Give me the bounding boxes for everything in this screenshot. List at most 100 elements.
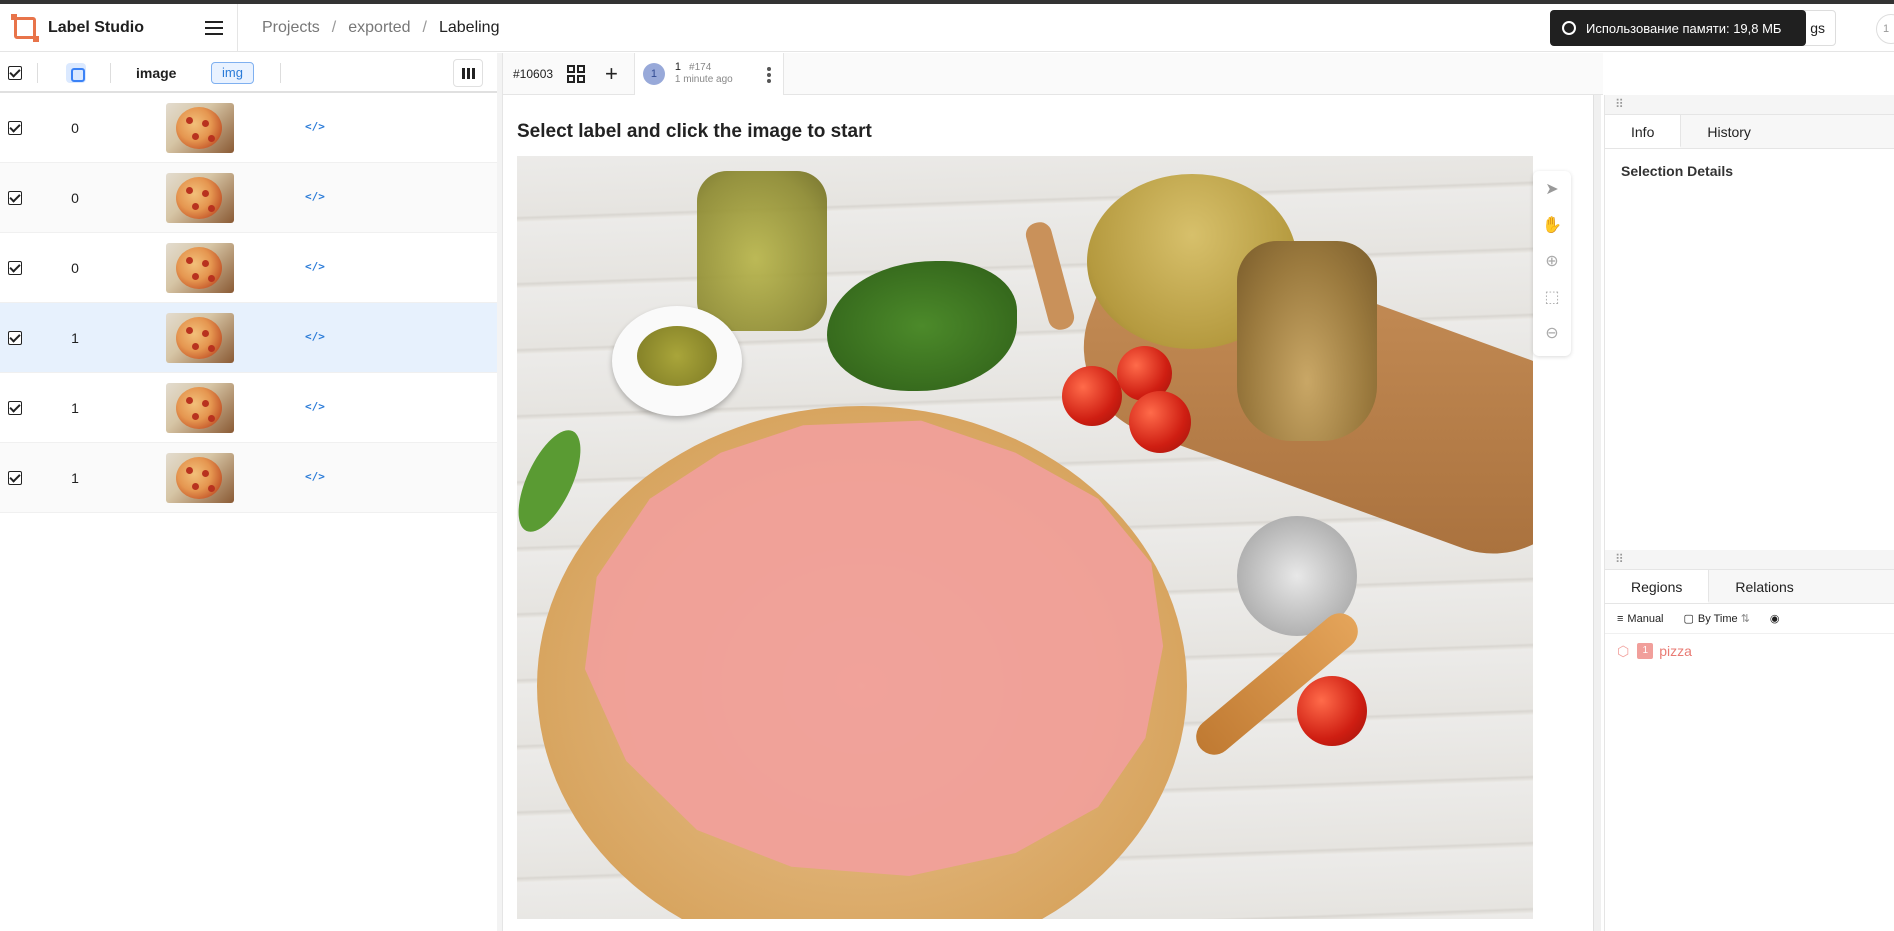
- code-icon[interactable]: </>: [305, 400, 325, 413]
- select-all-checkbox[interactable]: [8, 66, 22, 80]
- divider: [280, 63, 281, 83]
- regions-panel: Regions Relations ≡Manual ▢By Time ⇅ ◉ ⬡…: [1605, 550, 1894, 668]
- grid-icon[interactable]: [567, 64, 586, 83]
- zoom-out-icon[interactable]: ⊖: [1533, 315, 1571, 351]
- code-icon[interactable]: </>: [305, 260, 325, 273]
- table-row[interactable]: 0 </>: [0, 233, 501, 303]
- table-row[interactable]: 1 </>: [0, 373, 501, 443]
- grid-view-icon[interactable]: [66, 63, 86, 83]
- panel-drag-handle[interactable]: [1605, 95, 1894, 115]
- pan-hand-icon[interactable]: ✋: [1533, 207, 1571, 243]
- region-index: 1: [1637, 643, 1654, 659]
- sort-order-icon: ⇅: [1740, 613, 1750, 625]
- divider: [37, 63, 38, 83]
- divider: [110, 63, 111, 83]
- row-thumbnail: [166, 383, 234, 433]
- row-value: 1: [71, 400, 79, 416]
- image-content: [1237, 241, 1377, 441]
- task-table: image img 0 </> 0 </> 0 </> 1 </> 1 </> …: [0, 53, 502, 931]
- labeling-editor: #10603 + 1 1 #174 1 minute ago Select lab…: [503, 52, 1603, 931]
- row-thumbnail: [166, 103, 234, 153]
- image-content: [1023, 219, 1077, 333]
- columns-toggle-icon[interactable]: [453, 59, 483, 87]
- settings-label: gs: [1810, 20, 1825, 36]
- table-row[interactable]: 1 </>: [0, 303, 501, 373]
- breadcrumb-exported[interactable]: exported: [348, 19, 410, 37]
- fit-to-screen-icon[interactable]: ⬚: [1533, 279, 1571, 315]
- row-thumbnail: [166, 313, 234, 363]
- breadcrumb-separator: /: [422, 18, 427, 36]
- table-row[interactable]: 1 </>: [0, 443, 501, 513]
- app-name: Label Studio: [48, 18, 144, 36]
- image-toolbar: ➤ ✋ ⊕ ⬚ ⊖: [1533, 171, 1571, 356]
- logo-icon: [11, 13, 39, 42]
- row-checkbox[interactable]: [8, 121, 22, 135]
- image-content: [612, 306, 742, 416]
- gauge-icon: [1562, 21, 1576, 35]
- row-value: 1: [71, 470, 79, 486]
- zoom-in-icon[interactable]: ⊕: [1533, 243, 1571, 279]
- code-icon[interactable]: </>: [305, 330, 325, 343]
- table-row[interactable]: 0 </>: [0, 93, 501, 163]
- column-image[interactable]: image: [136, 65, 176, 81]
- labeling-hint: Select label and click the image to star…: [517, 121, 872, 142]
- image-content: [517, 421, 594, 541]
- cursor-icon[interactable]: ➤: [1533, 171, 1571, 207]
- annotation-meta: 1 #174 1 minute ago: [675, 61, 733, 86]
- image-content: [1297, 676, 1367, 746]
- region-item[interactable]: ⬡ 1 pizza: [1605, 634, 1894, 668]
- panel-drag-handle[interactable]: [1605, 550, 1894, 570]
- row-value: 0: [71, 260, 79, 276]
- row-checkbox[interactable]: [8, 331, 22, 345]
- tab-history[interactable]: History: [1681, 115, 1777, 148]
- annotation-tab[interactable]: 1 1 #174 1 minute ago: [633, 52, 784, 95]
- logo[interactable]: Label Studio: [0, 13, 190, 42]
- row-checkbox[interactable]: [8, 191, 22, 205]
- more-options-icon[interactable]: [766, 66, 771, 71]
- table-row[interactable]: 0 </>: [0, 163, 501, 233]
- manual-sort-button[interactable]: ≡ Manual: [1617, 613, 1664, 625]
- side-panel: Info History Selection Details Regions R…: [1604, 95, 1894, 931]
- column-img-tag[interactable]: img: [211, 62, 254, 84]
- image-content: [697, 171, 827, 331]
- code-icon[interactable]: </>: [305, 120, 325, 133]
- row-value: 0: [71, 120, 79, 136]
- eye-icon[interactable]: ◉: [1770, 612, 1780, 625]
- code-icon[interactable]: </>: [305, 190, 325, 203]
- image-canvas[interactable]: [517, 156, 1533, 919]
- row-thumbnail: [166, 243, 234, 293]
- annotation-id: 1: [674, 61, 682, 73]
- tab-relations[interactable]: Relations: [1709, 570, 1819, 603]
- tab-regions[interactable]: Regions: [1605, 570, 1710, 603]
- info-tabs: Info History: [1605, 115, 1894, 149]
- memory-toast-text: Использование памяти: 19,8 МБ: [1586, 20, 1782, 36]
- annotation-tabbar: #10603 + 1 1 #174 1 minute ago: [503, 52, 1603, 95]
- region-label: pizza: [1659, 643, 1692, 659]
- memory-toast: Использование памяти: 19,8 МБ: [1550, 10, 1806, 46]
- by-time-label: By Time: [1697, 613, 1738, 625]
- region-toolbar: ≡ Manual ▢ By Time ⇅ ◉: [1605, 604, 1894, 634]
- add-annotation-icon[interactable]: +: [605, 62, 618, 85]
- row-checkbox[interactable]: [8, 401, 22, 415]
- image-content: [1129, 391, 1191, 453]
- code-icon[interactable]: </>: [305, 470, 325, 483]
- row-checkbox[interactable]: [8, 471, 22, 485]
- annotation-time: 1 minute ago: [674, 74, 733, 85]
- annotation-hash: #174: [689, 62, 712, 73]
- manual-label: Manual: [1627, 612, 1664, 625]
- breadcrumb-projects[interactable]: Projects: [262, 19, 320, 37]
- row-checkbox[interactable]: [8, 261, 22, 275]
- hamburger-menu-icon[interactable]: [190, 3, 238, 52]
- row-thumbnail: [166, 173, 234, 223]
- breadcrumb-separator: /: [331, 18, 337, 36]
- polygon-icon: ⬡: [1617, 642, 1630, 659]
- editor-scrollbar[interactable]: [1593, 95, 1601, 931]
- breadcrumb-labeling: Labeling: [438, 18, 500, 36]
- tab-info[interactable]: Info: [1605, 115, 1682, 148]
- by-time-sort-button[interactable]: ▢ By Time ⇅: [1684, 612, 1750, 625]
- row-value: 0: [71, 190, 79, 206]
- task-id: #10603: [513, 66, 554, 81]
- row-thumbnail: [166, 453, 234, 503]
- region-tabs: Regions Relations: [1605, 570, 1894, 604]
- breadcrumb: Projects / exported / Labeling: [262, 19, 499, 37]
